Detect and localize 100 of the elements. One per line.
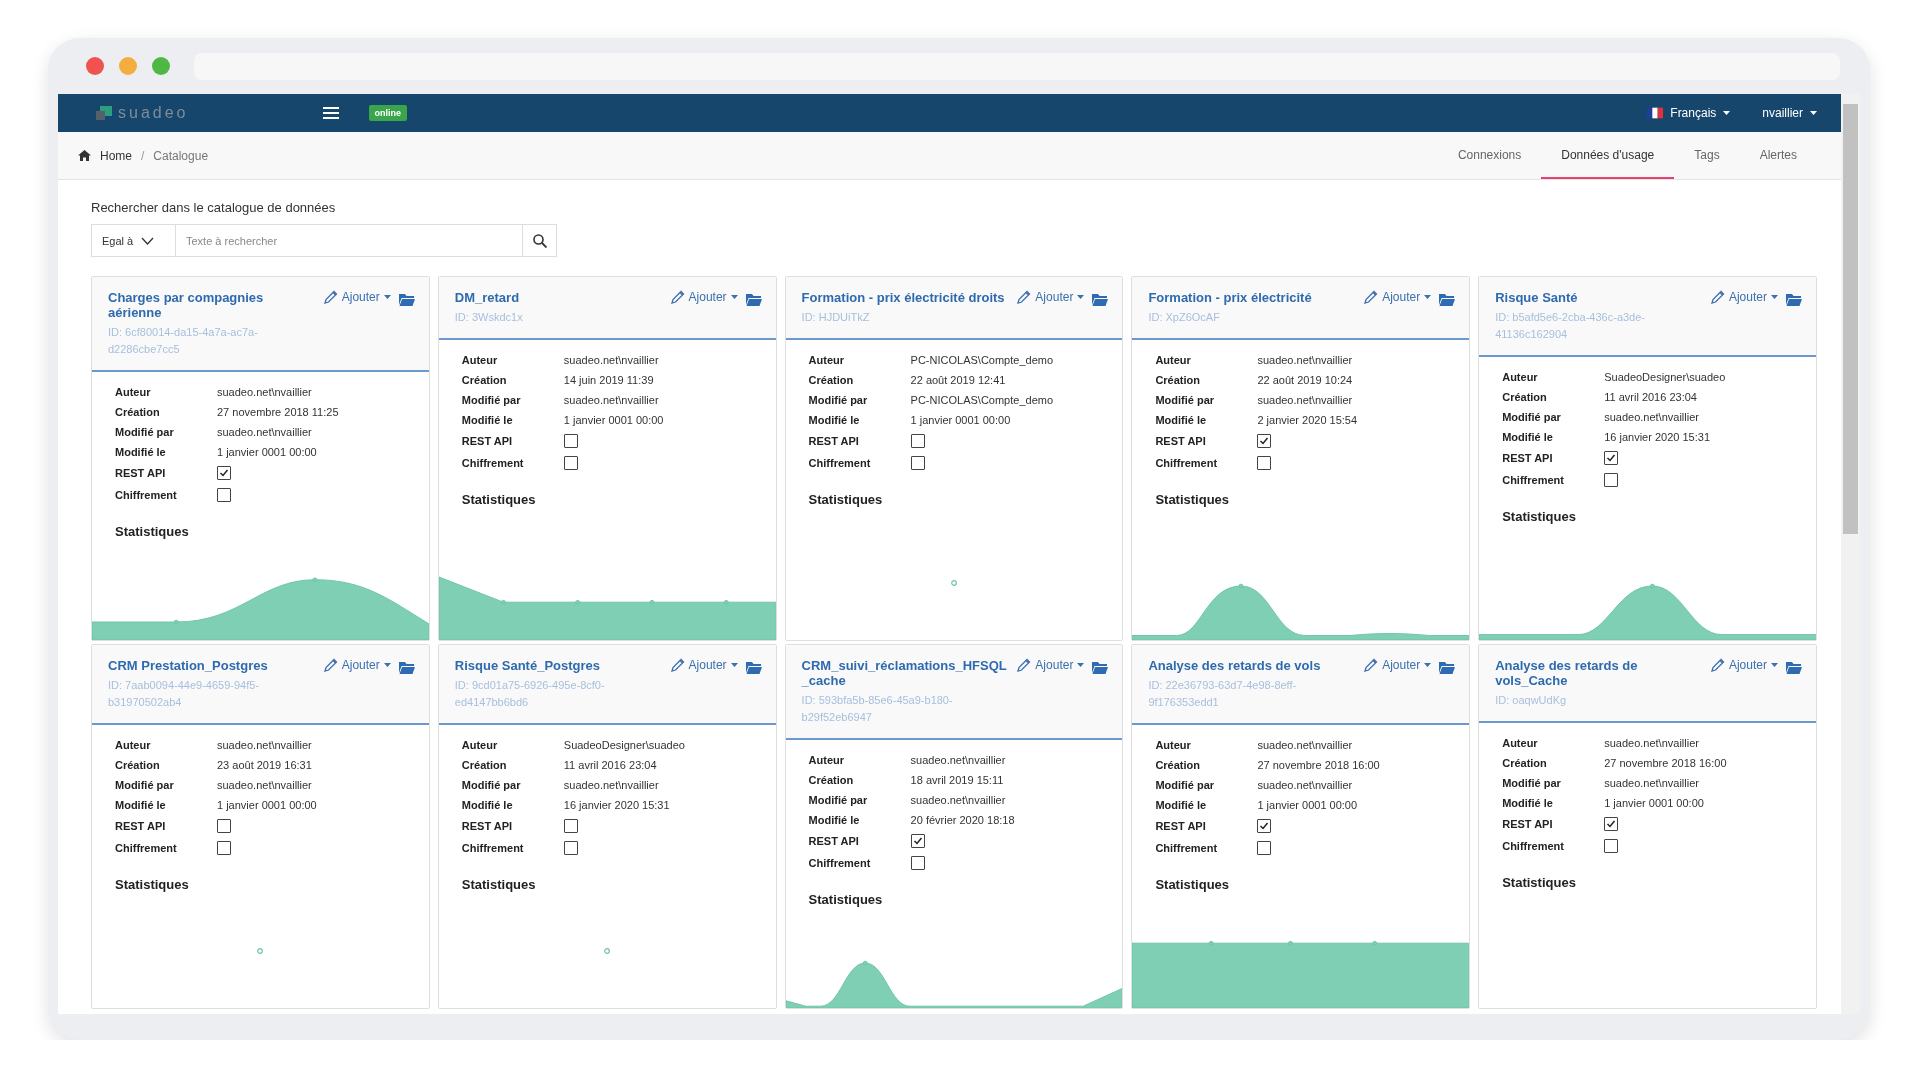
- field-label: Modifié par: [115, 779, 175, 791]
- add-button[interactable]: Ajouter: [323, 290, 391, 304]
- checkbox[interactable]: [1257, 841, 1272, 855]
- tab[interactable]: Tags: [1674, 132, 1740, 179]
- folder-icon[interactable]: [1092, 293, 1109, 306]
- checkbox[interactable]: [217, 841, 231, 855]
- checkbox[interactable]: [1257, 819, 1272, 833]
- home-icon: [78, 150, 91, 161]
- field-value: suadeo.net\nvaillier: [217, 426, 313, 438]
- add-button[interactable]: Ajouter: [1017, 290, 1085, 304]
- pencil-icon: [1710, 658, 1725, 672]
- dataset-title[interactable]: Analyse des retards de vols_Cache: [1495, 658, 1707, 688]
- checkbox[interactable]: [563, 434, 578, 448]
- dataset-title[interactable]: CRM_suivi_réclamations_HFSQL_cache: [801, 658, 1014, 688]
- add-button[interactable]: Ajouter: [1364, 290, 1432, 304]
- close-light[interactable]: [86, 57, 104, 75]
- dataset-id: ID: 6cf80014-da15-4a7a-ac7a-d2286cbe7cc5: [108, 325, 259, 357]
- field-label: Chiffrement: [1155, 457, 1219, 469]
- add-button[interactable]: Ajouter: [670, 290, 738, 304]
- dataset-title[interactable]: Formation - prix électricité droits: [801, 290, 1014, 305]
- checkbox[interactable]: [217, 819, 231, 833]
- language-dropdown[interactable]: Français: [1647, 106, 1731, 120]
- field-value: PC-NICOLAS\Compte_demo: [910, 394, 1055, 406]
- add-button[interactable]: Ajouter: [1017, 658, 1085, 672]
- field-value: suadeo.net\nvaillier: [1257, 739, 1354, 751]
- breadcrumb-link[interactable]: Home: [100, 148, 132, 163]
- field-label: Auteur: [1155, 354, 1192, 366]
- operator-dropdown[interactable]: Egal à: [91, 224, 175, 257]
- field-value: SuadeoDesigner\suadeo: [563, 739, 686, 751]
- dataset-id: ID: 7aab0094-44e9-4659-94f5-b31970502ab4: [108, 678, 261, 710]
- checkbox[interactable]: [563, 456, 578, 470]
- folder-icon[interactable]: [398, 293, 415, 306]
- caret-icon: [1424, 663, 1432, 667]
- pencil-icon: [1017, 290, 1032, 304]
- dataset-title[interactable]: Charges par compagnies aérienne: [108, 290, 320, 320]
- checkbox[interactable]: [563, 819, 578, 833]
- field-label: Modifié par: [1502, 411, 1562, 423]
- field-value: 18 avril 2019 15:11: [910, 774, 1005, 786]
- logo-icon: [96, 106, 112, 120]
- checkbox[interactable]: [910, 434, 925, 448]
- menu-icon[interactable]: [322, 107, 339, 119]
- field-label: REST API: [115, 820, 167, 832]
- field-label: REST API: [808, 435, 860, 447]
- dataset-title[interactable]: Analyse des retards de vols: [1148, 658, 1361, 673]
- add-button[interactable]: Ajouter: [1364, 658, 1432, 672]
- tab[interactable]: Données d'usage: [1541, 132, 1675, 179]
- checkbox[interactable]: [563, 841, 578, 855]
- add-button[interactable]: Ajouter: [323, 658, 391, 672]
- folder-icon[interactable]: [1786, 661, 1802, 674]
- checkbox[interactable]: [1604, 839, 1619, 853]
- search-field[interactable]: Texte à rechercher: [175, 224, 523, 257]
- checkbox[interactable]: [1257, 434, 1272, 448]
- field-label: Modifié par: [461, 779, 522, 791]
- field-value: suadeo.net\nvaillier: [1257, 779, 1354, 791]
- dataset-title[interactable]: Risque Santé_Postgres: [454, 658, 667, 673]
- caret-icon: [1424, 295, 1432, 299]
- caret-icon: [1077, 663, 1085, 667]
- search-button[interactable]: [523, 224, 557, 257]
- field-value: 11 avril 2016 23:04: [1604, 391, 1698, 403]
- folder-icon[interactable]: [745, 293, 762, 306]
- checkbox[interactable]: [217, 466, 231, 480]
- field-label: Modifié par: [115, 426, 175, 438]
- checkbox[interactable]: [910, 456, 925, 470]
- logo-text: suadeo: [118, 104, 189, 122]
- dataset-title[interactable]: CRM Prestation_Postgres: [108, 658, 320, 673]
- field-label: Création: [1155, 374, 1201, 386]
- search-icon: [532, 233, 547, 248]
- pencil-icon: [1364, 658, 1379, 672]
- folder-icon[interactable]: [1439, 293, 1456, 306]
- checkbox[interactable]: [1604, 473, 1619, 487]
- section-heading: Statistiques: [1154, 491, 1231, 507]
- field-label: REST API: [1502, 818, 1554, 830]
- folder-icon[interactable]: [745, 661, 762, 674]
- tab[interactable]: Connexions: [1437, 132, 1542, 179]
- dataset-title[interactable]: DM_retard: [454, 290, 667, 305]
- add-button[interactable]: Ajouter: [670, 658, 738, 672]
- checkbox[interactable]: [910, 834, 925, 848]
- caret-icon: [1077, 295, 1085, 299]
- checkbox[interactable]: [1604, 451, 1619, 465]
- dataset-title[interactable]: Risque Santé: [1495, 290, 1707, 305]
- field-label: Modifié le: [461, 799, 514, 811]
- folder-icon[interactable]: [1439, 661, 1456, 674]
- field-label: REST API: [461, 435, 514, 447]
- field-label: Modifié par: [1502, 777, 1562, 789]
- field-value: 27 novembre 2018 16:00: [1604, 757, 1728, 769]
- checkbox[interactable]: [1604, 817, 1619, 831]
- field-label: Modifié le: [1502, 797, 1554, 809]
- add-button[interactable]: Ajouter: [1710, 658, 1778, 672]
- checkbox[interactable]: [910, 856, 925, 870]
- user-dropdown[interactable]: nvaillier: [1762, 106, 1817, 120]
- checkbox[interactable]: [1257, 456, 1272, 470]
- folder-icon[interactable]: [1786, 293, 1802, 306]
- scrollbar-thumb[interactable]: [1843, 104, 1858, 534]
- add-button[interactable]: Ajouter: [1710, 290, 1778, 304]
- checkbox[interactable]: [217, 488, 231, 502]
- tab[interactable]: Alertes: [1739, 132, 1817, 179]
- scrollbar[interactable]: [1841, 94, 1860, 1014]
- folder-icon[interactable]: [398, 661, 415, 674]
- dataset-title[interactable]: Formation - prix électricité: [1148, 290, 1361, 305]
- folder-icon[interactable]: [1092, 661, 1109, 674]
